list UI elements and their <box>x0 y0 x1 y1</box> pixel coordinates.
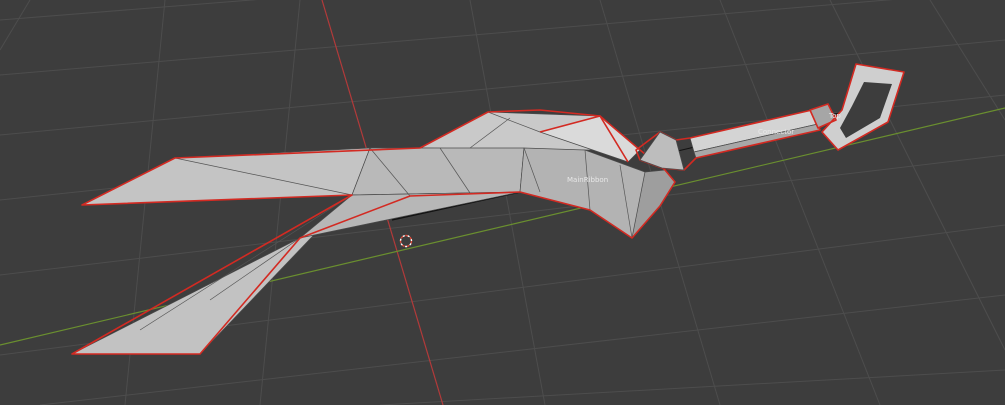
top-label: Top <box>828 112 841 120</box>
object-connector[interactable] <box>635 109 821 171</box>
mainribbon-label: MainRibbon <box>567 176 608 184</box>
object-mainribbon[interactable] <box>71 109 676 355</box>
3d-cursor-icon[interactable] <box>399 234 413 248</box>
object-top[interactable] <box>809 63 905 151</box>
viewport-canvas[interactable]: MainRibbon Connector Top <box>0 0 1005 405</box>
connector-label: Connector <box>758 128 794 136</box>
3d-viewport[interactable]: MainRibbon Connector Top <box>0 0 1005 405</box>
